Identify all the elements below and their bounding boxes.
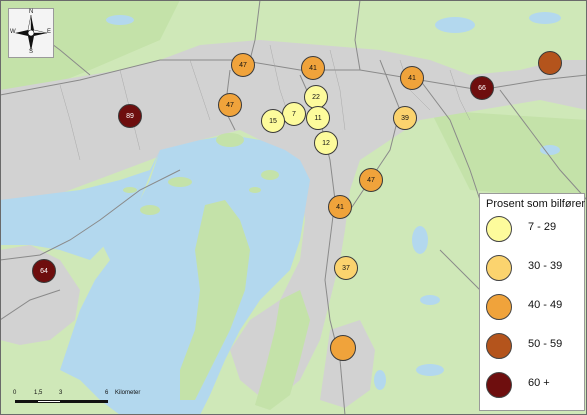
scale-segment <box>37 400 61 403</box>
map-marker[interactable]: 64 <box>32 259 56 283</box>
map-marker[interactable]: 47 <box>231 53 255 77</box>
map-marker[interactable]: 12 <box>314 131 338 155</box>
scale-units-label: Kilometer <box>115 390 141 396</box>
scale-tick-label: 0 <box>13 390 17 396</box>
scale-tick-label: 1,5 <box>34 390 43 396</box>
map-marker[interactable]: 47 <box>359 168 383 192</box>
legend-item: 40 - 49 <box>486 288 582 322</box>
map-marker[interactable]: 15 <box>261 109 285 133</box>
compass-w-label: W <box>10 29 16 35</box>
scale-bar: 0 1,5 3 6 Kilometer <box>10 390 155 410</box>
legend-swatch <box>486 216 512 242</box>
map-marker[interactable]: 11 <box>306 106 330 130</box>
map-marker[interactable]: 41 <box>400 66 424 90</box>
map-marker[interactable]: 47 <box>218 93 242 117</box>
legend-swatch <box>486 372 512 398</box>
north-arrow: N S W E <box>8 8 54 58</box>
scale-tick-label: 3 <box>59 390 63 396</box>
scale-segment <box>60 400 108 403</box>
scale-segment <box>15 400 38 403</box>
map-marker[interactable]: 39 <box>393 106 417 130</box>
legend-swatch <box>486 255 512 281</box>
compass-n-label: N <box>29 9 34 15</box>
map-marker[interactable]: 66 <box>470 76 494 100</box>
legend-item: 30 - 39 <box>486 249 582 283</box>
map-view[interactable]: 47 41 41 66 47 89 22 7 15 11 39 12 47 41 37 64 N S W E … <box>0 0 587 415</box>
map-marker[interactable]: 37 <box>334 256 358 280</box>
legend-item: 60 + <box>486 366 582 400</box>
legend-item: 50 - 59 <box>486 327 582 361</box>
legend: Prosent som bilfører 7 - 29 30 - 39 40 -… <box>479 193 585 411</box>
compass-s-label: S <box>29 49 34 55</box>
map-marker[interactable] <box>330 335 356 361</box>
legend-title: Prosent som bilfører <box>486 198 586 210</box>
legend-label: 60 + <box>528 377 550 389</box>
legend-item: 7 - 29 <box>486 210 582 244</box>
legend-label: 40 - 49 <box>528 299 563 311</box>
legend-label: 50 - 59 <box>528 338 563 350</box>
legend-swatch <box>486 294 512 320</box>
scale-tick-label: 6 <box>105 390 109 396</box>
map-marker[interactable]: 89 <box>118 104 142 128</box>
map-marker[interactable]: 7 <box>282 102 306 126</box>
map-marker[interactable] <box>538 51 562 75</box>
map-marker[interactable]: 41 <box>301 56 325 80</box>
compass-e-label: E <box>47 29 52 35</box>
legend-label: 7 - 29 <box>528 221 557 233</box>
legend-label: 30 - 39 <box>528 260 563 272</box>
map-marker[interactable]: 41 <box>328 195 352 219</box>
legend-swatch <box>486 333 512 359</box>
